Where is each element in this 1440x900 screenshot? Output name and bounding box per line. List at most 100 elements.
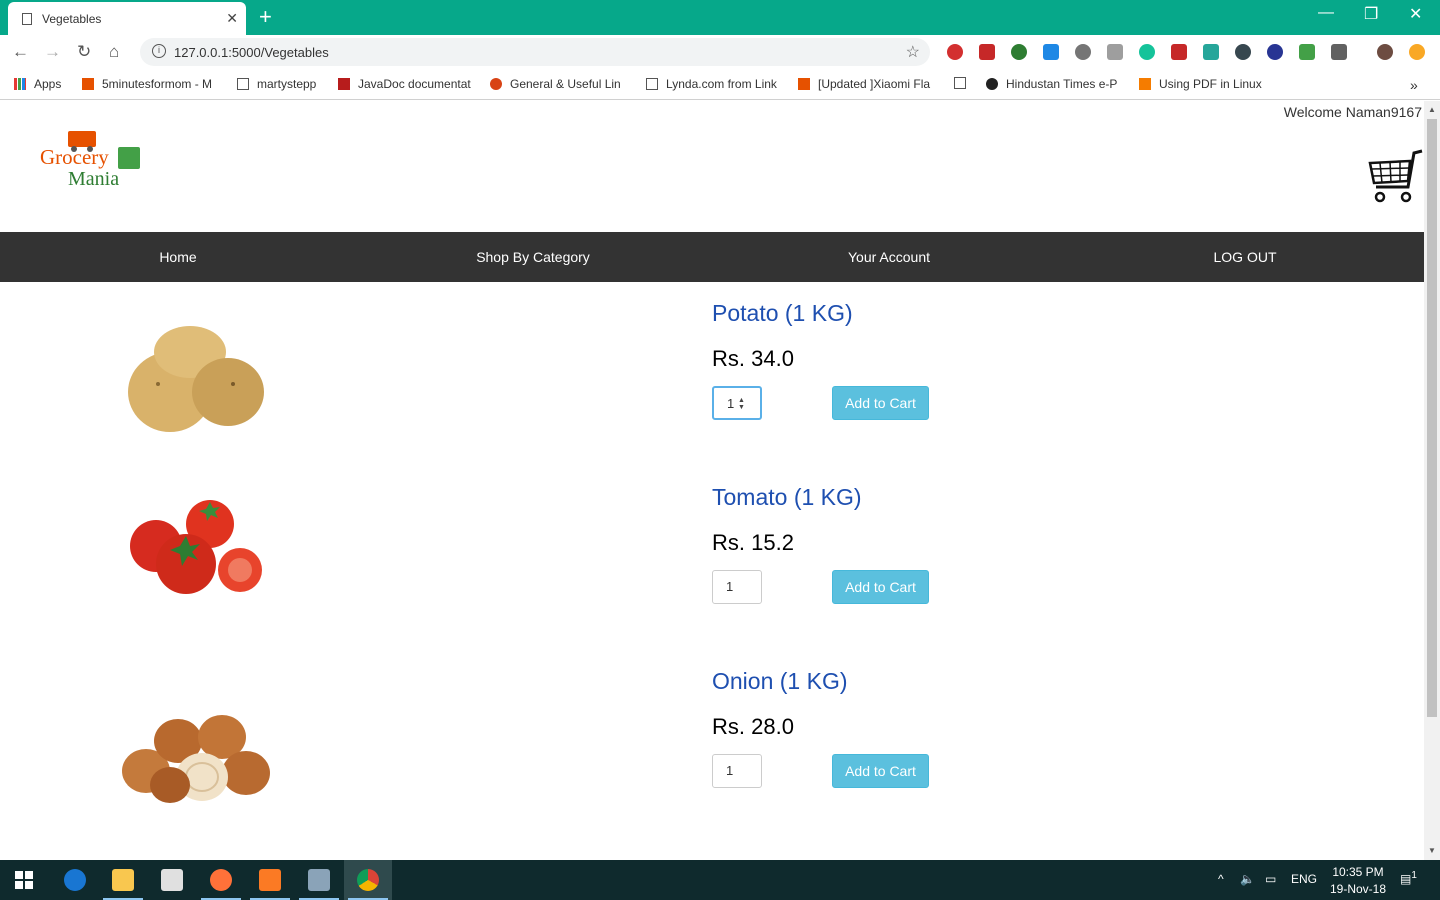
clock-date: 19-Nov-18 [1329, 882, 1387, 896]
download-icon[interactable] [1107, 44, 1123, 60]
quantity-input[interactable]: 1 ▲ ▼ [712, 386, 762, 420]
quantity-value: 1 [727, 396, 735, 411]
welcome-text: Welcome Naman9167 [1283, 104, 1422, 120]
home-icon[interactable]: ⌂ [109, 42, 119, 62]
bookmark-label: Lynda.com from Link [666, 77, 777, 91]
shopping-cart-icon[interactable] [1368, 149, 1424, 205]
volume-icon[interactable]: 🔈 [1240, 872, 1255, 886]
extension-icon[interactable] [1043, 44, 1059, 60]
product-name[interactable]: Tomato (1 KG) [712, 484, 862, 511]
product-card: Tomato (1 KG) Rs. 15.2 1 Add to Cart [0, 484, 1424, 668]
extension-icon[interactable] [1331, 44, 1347, 60]
bookmark-star-icon[interactable]: ☆ [906, 42, 920, 62]
bookmark-item[interactable]: JavaDoc documentat [338, 77, 471, 91]
add-to-cart-button[interactable]: Add to Cart [832, 570, 929, 604]
extension-icon[interactable] [1267, 44, 1283, 60]
minimize-icon[interactable]: — [1318, 4, 1334, 22]
nav-your-account[interactable]: Your Account [848, 249, 930, 265]
back-icon[interactable]: ← [12, 42, 29, 62]
quantity-input[interactable]: 1 [712, 754, 762, 788]
url-text: 127.0.0.1:5000/Vegetables [174, 44, 329, 60]
page-scrollbar[interactable]: ▲ ▼ [1424, 101, 1440, 860]
bookmark-item[interactable] [954, 77, 974, 89]
bookmark-item[interactable]: [Updated ]Xiaomi Fla [798, 77, 930, 91]
extension-icon[interactable] [979, 44, 995, 60]
adblock-icon[interactable] [947, 44, 963, 60]
product-card: Potato (1 KG) Rs. 34.0 1 ▲ ▼ Add to Cart [0, 300, 1424, 484]
extension-icon[interactable] [1011, 44, 1027, 60]
document-icon [954, 77, 966, 89]
bookmark-label: Using PDF in Linux [1159, 77, 1262, 91]
address-bar[interactable]: i 127.0.0.1:5000/Vegetables ☆ [140, 38, 930, 66]
edge-taskbar-button[interactable] [51, 860, 99, 900]
spinner-arrows-icon[interactable]: ▲ ▼ [738, 397, 745, 411]
clock[interactable]: 10:35 PM 19-Nov-18 [1320, 864, 1396, 898]
chrome-taskbar-button[interactable] [344, 860, 392, 900]
app-taskbar-button[interactable] [295, 860, 343, 900]
bookmark-item[interactable]: Using PDF in Linux [1139, 77, 1262, 91]
firefox-icon [210, 869, 232, 891]
bookmark-item[interactable]: martystepp [237, 77, 316, 91]
add-to-cart-button[interactable]: Add to Cart [832, 754, 929, 788]
bookmark-favicon [82, 78, 94, 90]
store-taskbar-button[interactable] [148, 860, 196, 900]
svg-text:Mania: Mania [68, 168, 119, 190]
grammarly-icon[interactable] [1139, 44, 1155, 60]
extension-icon[interactable] [1203, 44, 1219, 60]
scroll-up-icon[interactable]: ▲ [1428, 105, 1436, 114]
restore-icon[interactable]: ❐ [1364, 4, 1378, 24]
browser-tab[interactable]: Vegetables ✕ [8, 2, 246, 35]
grocery-mania-logo[interactable]: Grocery Mania [38, 131, 148, 193]
firefox-taskbar-button[interactable] [197, 860, 245, 900]
folder-icon [112, 869, 134, 891]
chrome-icon [357, 869, 379, 891]
nav-shop-by-category[interactable]: Shop By Category [476, 249, 590, 265]
language-indicator[interactable]: ENG [1291, 872, 1317, 886]
bookmarks-bar: Apps 5minutesformom - M martystepp JavaD… [0, 69, 1440, 100]
file-explorer-taskbar-button[interactable] [99, 860, 147, 900]
windows-icon [15, 871, 33, 889]
nav-logout[interactable]: LOG OUT [1213, 249, 1276, 265]
tray-overflow-icon[interactable]: ^ [1218, 872, 1224, 886]
product-price: Rs. 15.2 [712, 530, 794, 555]
product-name[interactable]: Potato (1 KG) [712, 300, 853, 327]
reload-icon[interactable]: ↻ [77, 42, 91, 62]
xampp-icon [259, 869, 281, 891]
info-icon[interactable]: i [152, 44, 166, 58]
network-icon[interactable]: ▭ [1265, 872, 1276, 886]
scrollbar-thumb[interactable] [1427, 119, 1437, 717]
apps-icon [14, 78, 26, 90]
potato-image [128, 326, 264, 432]
bookmarks-overflow-icon[interactable]: » [1410, 77, 1418, 93]
start-button[interactable] [0, 860, 48, 900]
bookmark-apps[interactable]: Apps [14, 77, 61, 91]
bookmark-label: Hindustan Times e-P [1006, 77, 1118, 91]
notification-count: 1 [1411, 870, 1417, 881]
nav-home[interactable]: Home [159, 249, 196, 265]
scroll-down-icon[interactable]: ▼ [1428, 846, 1436, 855]
document-icon [22, 12, 32, 25]
notifications-button[interactable]: ▤1 [1400, 870, 1417, 886]
forward-icon[interactable]: → [44, 42, 61, 62]
product-name[interactable]: Onion (1 KG) [712, 668, 848, 695]
xampp-taskbar-button[interactable] [246, 860, 294, 900]
window-close-icon[interactable]: ✕ [1409, 4, 1422, 24]
quantity-input[interactable]: 1 [712, 570, 762, 604]
bookmark-label: 5minutesformom - M [102, 77, 213, 91]
quantity-value: 1 [726, 763, 734, 778]
bookmark-item[interactable]: General & Useful Lin [490, 77, 621, 91]
bookmark-item[interactable]: Hindustan Times e-P [986, 77, 1117, 91]
extension-icon[interactable] [1075, 44, 1091, 60]
tab-close-icon[interactable]: ✕ [226, 10, 238, 27]
extension-icon[interactable] [1235, 44, 1251, 60]
bookmark-item[interactable]: 5minutesformom - M [82, 77, 212, 91]
extension-icon[interactable] [1299, 44, 1315, 60]
alert-icon[interactable] [1409, 44, 1425, 60]
extension-icon[interactable] [1171, 44, 1187, 60]
clock-time: 10:35 PM [1332, 865, 1384, 879]
onion-image [122, 715, 270, 803]
new-tab-icon[interactable]: + [259, 4, 272, 30]
bookmark-item[interactable]: Lynda.com from Link [646, 77, 777, 91]
avatar[interactable] [1377, 44, 1393, 60]
add-to-cart-button[interactable]: Add to Cart [832, 386, 929, 420]
